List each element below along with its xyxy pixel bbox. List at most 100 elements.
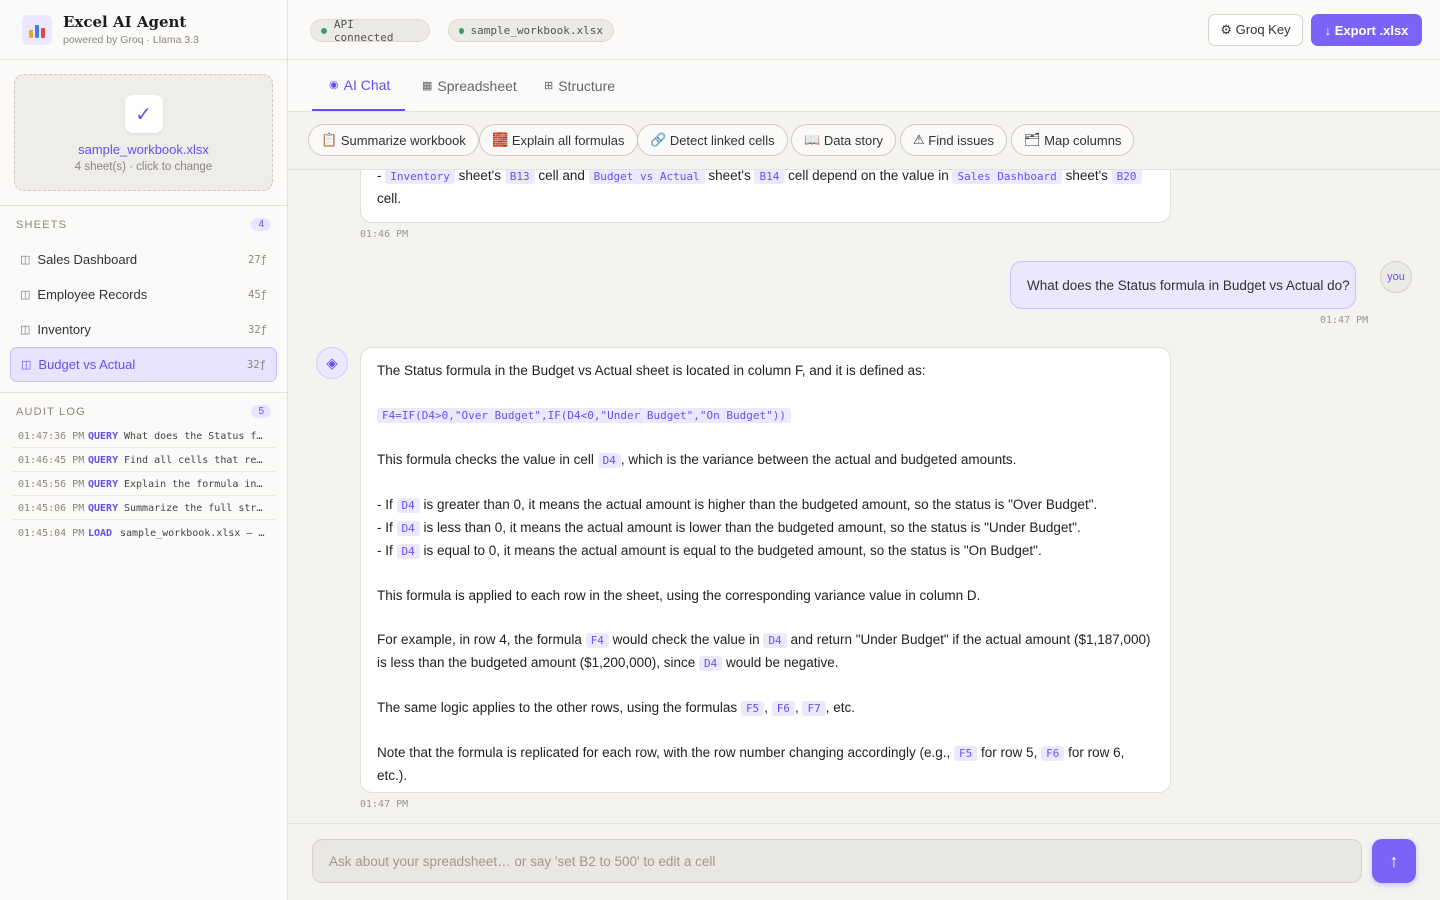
log-time: 01:46:45 PM xyxy=(18,455,85,466)
data-story-button[interactable]: 📖 Data story xyxy=(791,124,897,156)
upload-note: 4 sheet(s) · click to change xyxy=(74,161,213,173)
message-timestamp: 01:47 PM xyxy=(360,799,409,810)
text-span: cell and xyxy=(534,170,589,183)
sheet-item-sales-dashboard[interactable]: ◫ Sales Dashboard 27ƒ xyxy=(10,243,277,276)
top-bar: API connected sample_workbook.xlsx ⚙ Gro… xyxy=(288,0,1440,60)
text-span: The same logic applies to the other rows… xyxy=(377,700,741,715)
audit-log-entry: 01:45:06 PM QUERY Summarize the full str… xyxy=(12,498,276,520)
log-message: sample_workbook.xlsx — … xyxy=(120,527,265,539)
cell-ref-code: D4 xyxy=(763,633,787,648)
cell-ref-code: B13 xyxy=(504,170,535,184)
tab-ai-chat[interactable]: ◉ AI Chat xyxy=(312,60,405,111)
audit-log-entry: 01:45:04 PM LOAD sample_workbook.xlsx — … xyxy=(12,522,276,544)
cell-ref-code: F5 xyxy=(954,746,978,761)
sheet-label: Sales Dashboard xyxy=(37,252,138,267)
sheet-item-budget-vs-actual[interactable]: ◫ Budget vs Actual 32ƒ xyxy=(10,347,277,382)
text-span: would check the value in xyxy=(608,632,764,647)
text-span: is less than 0, it means the actual amou… xyxy=(419,520,1081,535)
text-span: For example, in row 4, the formula xyxy=(377,632,586,647)
audit-log-title: AUDIT LOG xyxy=(16,405,86,418)
log-time: 01:45:06 PM xyxy=(18,503,85,514)
text-span: would be negative. xyxy=(722,655,839,670)
bricks-icon: 🧱 xyxy=(492,132,509,147)
send-arrow-icon[interactable]: ↑ xyxy=(1372,839,1416,883)
chip-label: Find issues xyxy=(928,132,995,148)
summarize-workbook-button[interactable]: 📋 Summarize workbook xyxy=(308,124,479,156)
cell-ref-code: D4 xyxy=(597,453,621,468)
chat-input[interactable] xyxy=(312,839,1362,883)
cell-ref-code: B20 xyxy=(1111,170,1142,184)
text-span: is greater than 0, it means the actual a… xyxy=(419,497,1098,512)
sheet-label: Inventory xyxy=(37,322,91,337)
status-dot-icon xyxy=(459,27,464,34)
cell-ref-code: F6 xyxy=(1041,746,1065,761)
log-time: 01:47:36 PM xyxy=(18,431,85,442)
api-status-text: API connected xyxy=(333,17,394,44)
bullet-line: - If D4 is less than 0, it means the act… xyxy=(377,517,1154,540)
sheets-header: SHEETS 4 xyxy=(16,218,271,231)
groq-key-button[interactable]: ⚙ Groq Key xyxy=(1208,14,1303,46)
tab-label: Spreadsheet xyxy=(437,77,517,94)
status-dot-icon xyxy=(321,27,327,34)
ai-avatar-icon: ◈ xyxy=(316,347,348,379)
bullet-line: - If D4 is equal to 0, it means the actu… xyxy=(377,540,1154,563)
message-paragraph: The Status formula in the Budget vs Actu… xyxy=(377,363,926,378)
cell-ref-code: B14 xyxy=(754,170,785,184)
book-icon: 📖 xyxy=(804,132,821,147)
ai-message: - Inventory sheet's B13 cell and Budget … xyxy=(360,170,1171,223)
tab-structure[interactable]: ⊞ Structure xyxy=(544,60,615,111)
log-type: QUERY xyxy=(88,455,119,466)
text-span: , etc. xyxy=(825,700,855,715)
sidebar: Excel AI Agent powered by Groq · Llama 3… xyxy=(0,0,288,900)
sheet-label: Budget vs Actual xyxy=(38,357,136,372)
sheet-item-employee-records[interactable]: ◫ Employee Records 45ƒ xyxy=(10,278,277,311)
formula-code: F4=IF(D4>0,"Over Budget",IF(D4<0,"Under … xyxy=(377,408,791,423)
text-span: sheet's xyxy=(454,170,505,183)
map-columns-button[interactable]: 🗂 Map columns xyxy=(1011,124,1135,156)
text-span: , xyxy=(764,700,772,715)
sheet-item-inventory[interactable]: ◫ Inventory 32ƒ xyxy=(10,313,277,346)
cell-ref-code: F4 xyxy=(585,633,609,648)
explain-formulas-button[interactable]: 🧱 Explain all formulas xyxy=(479,124,638,156)
user-message: What does the Status formula in Budget v… xyxy=(1010,261,1356,309)
brand-header: Excel AI Agent powered by Groq · Llama 3… xyxy=(0,0,287,60)
bullet-line: - If D4 is greater than 0, it means the … xyxy=(377,494,1154,517)
message-timestamp: 01:47 PM xyxy=(1320,315,1369,326)
link-icon: 🔗 xyxy=(650,132,667,147)
message-paragraph: This formula is applied to each row in t… xyxy=(377,588,981,603)
cell-ref-code: F7 xyxy=(802,701,826,716)
text-span: - xyxy=(377,170,386,183)
file-pill: sample_workbook.xlsx xyxy=(448,19,614,42)
chip-label: Detect linked cells xyxy=(669,132,775,148)
audit-log-header: AUDIT LOG 5 xyxy=(16,405,271,418)
detect-linked-cells-button[interactable]: 🔗 Detect linked cells xyxy=(637,124,788,156)
log-message: What does the Status f… xyxy=(124,431,263,442)
sheet-formula-count: 27ƒ xyxy=(248,253,267,266)
find-issues-button[interactable]: ⚠ Find issues xyxy=(900,124,1008,156)
card-index-icon: 🗂 xyxy=(1024,132,1041,147)
user-avatar: you xyxy=(1380,261,1412,293)
file-upload-zone[interactable]: ✓ sample_workbook.xlsx 4 sheet(s) · clic… xyxy=(14,74,273,191)
sheet-formula-count: 32ƒ xyxy=(248,323,267,336)
export-xlsx-button[interactable]: ↓ Export .xlsx xyxy=(1311,14,1422,46)
chip-label: Data story xyxy=(823,132,884,148)
divider xyxy=(0,205,287,206)
message-paragraph: is less than the budgeted amount ($1,200… xyxy=(377,652,1154,675)
app-subtitle: powered by Groq · Llama 3.3 xyxy=(63,34,199,46)
log-message: Find all cells that re… xyxy=(124,455,263,466)
view-tabs: ◉ AI Chat ▦ Spreadsheet ⊞ Structure xyxy=(288,60,1440,112)
message-timestamp: 01:46 PM xyxy=(360,229,409,240)
cell-ref-code: F5 xyxy=(740,701,765,716)
chip-label: Map columns xyxy=(1044,132,1122,148)
message-line: - Inventory sheet's B13 cell and Budget … xyxy=(377,170,1154,188)
table-icon: ◫ xyxy=(20,254,31,266)
cell-ref-code: D4 xyxy=(396,544,420,559)
tab-spreadsheet[interactable]: ▦ Spreadsheet xyxy=(422,60,517,111)
chat-thread: - Inventory sheet's B13 cell and Budget … xyxy=(288,170,1440,823)
api-status-pill: API connected xyxy=(310,17,430,44)
grid-icon: ▦ xyxy=(422,80,433,92)
audit-log-entry: 01:46:45 PM QUERY Find all cells that re… xyxy=(12,450,276,472)
sheet-ref-code: Inventory xyxy=(385,170,455,184)
sheets-title: SHEETS xyxy=(16,218,68,231)
table-icon: ◫ xyxy=(21,359,32,371)
